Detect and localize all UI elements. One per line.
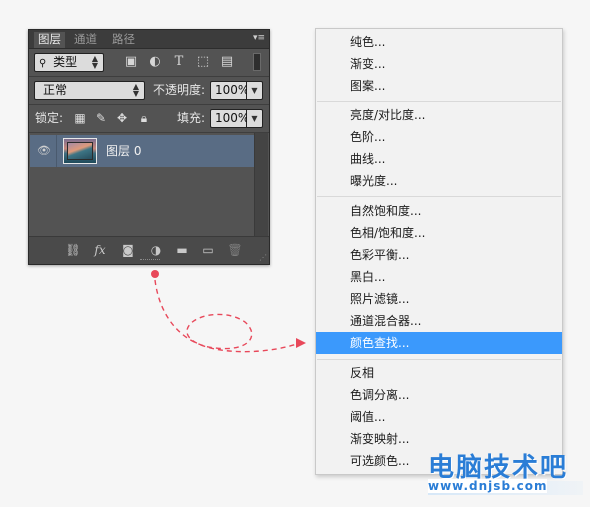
blend-mode-select[interactable]: 正常 ▲ ▼ [34,81,145,100]
new-layer-icon[interactable]: ▭ [200,243,216,257]
mask-icon[interactable]: ◙ [120,243,136,257]
annotation-start-dot [151,270,159,278]
lock-position-icon[interactable]: ✥ [115,111,129,125]
watermark-url: www.dnjsb.com [428,479,548,493]
menu-item-pattern[interactable]: 图案... [316,75,562,97]
fill-input[interactable]: 100% [210,109,249,128]
panel-tab-bar: 图层 通道 路径 ▾≡ [29,30,269,49]
opacity-dropdown-button[interactable]: ▼ [247,81,263,100]
opacity-input[interactable]: 100% [210,81,249,100]
menu-separator [317,196,561,197]
menu-item-posterize[interactable]: 色调分离... [316,384,562,406]
layers-panel: 图层 通道 路径 ▾≡ ⚲ 类型 ▲ ▼ ▣ ◐ T ⬚ ▤ 正常 ▲ ▼ 不透明度… [28,29,270,265]
layer-thumbnail [63,138,97,164]
link-layers-icon[interactable]: ⛓︎ [65,243,81,257]
fx-icon[interactable]: fx [92,243,108,257]
resize-grip-icon[interactable]: ⋰ [259,254,267,262]
layer-row[interactable]: 👁︎ 图层 0 [30,135,256,167]
updown-arrows-icon: ▲ ▼ [132,82,139,98]
panel-menu-icon[interactable]: ▾≡ [253,32,265,44]
menu-item-levels[interactable]: 色阶... [316,126,562,148]
adjustment-layer-icon[interactable]: ◑ [148,243,164,257]
type-filter-icon[interactable]: T [172,55,186,69]
fill-dropdown-button[interactable]: ▼ [247,109,263,128]
menu-item-threshold[interactable]: 阈值... [316,406,562,428]
group-icon[interactable]: ▬ [174,243,190,257]
divider [29,104,269,105]
panel-grip[interactable] [140,259,160,262]
lock-label: 锁定: [35,111,64,125]
menu-item-photo-filter[interactable]: 照片滤镜... [316,288,562,310]
filter-kind-select[interactable]: ⚲ 类型 ▲ ▼ [34,53,104,72]
delete-icon[interactable]: 🗑︎ [227,243,243,257]
layers-bottom-bar: ⛓︎ fx ◙ ◑ ▬ ▭ 🗑︎ ⋰ [29,236,269,264]
filter-toggle-switch[interactable] [253,53,261,71]
divider [29,76,269,77]
menu-separator [317,101,561,102]
divider [29,132,269,133]
lock-image-icon[interactable]: ✎ [94,111,108,125]
menu-separator [317,359,561,360]
fill-label: 填充: [177,111,206,125]
tab-layers[interactable]: 图层 [34,32,65,48]
divider [56,135,57,167]
layers-scrollbar[interactable] [254,133,268,237]
menu-item-hue-saturation[interactable]: 色相/饱和度... [316,222,562,244]
shape-filter-icon[interactable]: ⬚ [196,55,210,69]
search-icon: ⚲ [39,58,47,69]
blend-mode-value: 正常 [43,83,68,97]
lock-all-icon[interactable]: 🔒︎ [137,111,151,125]
menu-item-channel-mixer[interactable]: 通道混合器... [316,310,562,332]
menu-item-color-balance[interactable]: 色彩平衡... [316,244,562,266]
opacity-label: 不透明度: [153,83,206,97]
menu-item-exposure[interactable]: 曝光度... [316,170,562,192]
menu-item-gradient[interactable]: 渐变... [316,53,562,75]
filter-kind-value: 类型 [53,55,78,69]
adjustment-layer-menu: 纯色... 渐变... 图案... 亮度/对比度... 色阶... 曲线... … [315,28,563,475]
layer-name[interactable]: 图层 0 [106,142,141,160]
menu-item-color-lookup[interactable]: 颜色查找... [316,332,562,354]
menu-item-brightness-contrast[interactable]: 亮度/对比度... [316,104,562,126]
menu-item-curves[interactable]: 曲线... [316,148,562,170]
menu-item-invert[interactable]: 反相 [316,362,562,384]
menu-item-solid-color[interactable]: 纯色... [316,31,562,53]
tab-channels[interactable]: 通道 [70,32,101,48]
lock-transparent-icon[interactable]: ▦ [73,111,87,125]
tab-paths[interactable]: 路径 [108,32,139,48]
eye-visibility-icon[interactable]: 👁︎ [36,144,52,158]
updown-arrows-icon: ▲ ▼ [91,54,98,70]
smart-object-filter-icon[interactable]: ▤ [220,55,234,69]
image-filter-icon[interactable]: ▣ [124,55,138,69]
adjustment-filter-icon[interactable]: ◐ [148,55,162,69]
menu-item-vibrance[interactable]: 自然饱和度... [316,200,562,222]
menu-item-black-white[interactable]: 黑白... [316,266,562,288]
